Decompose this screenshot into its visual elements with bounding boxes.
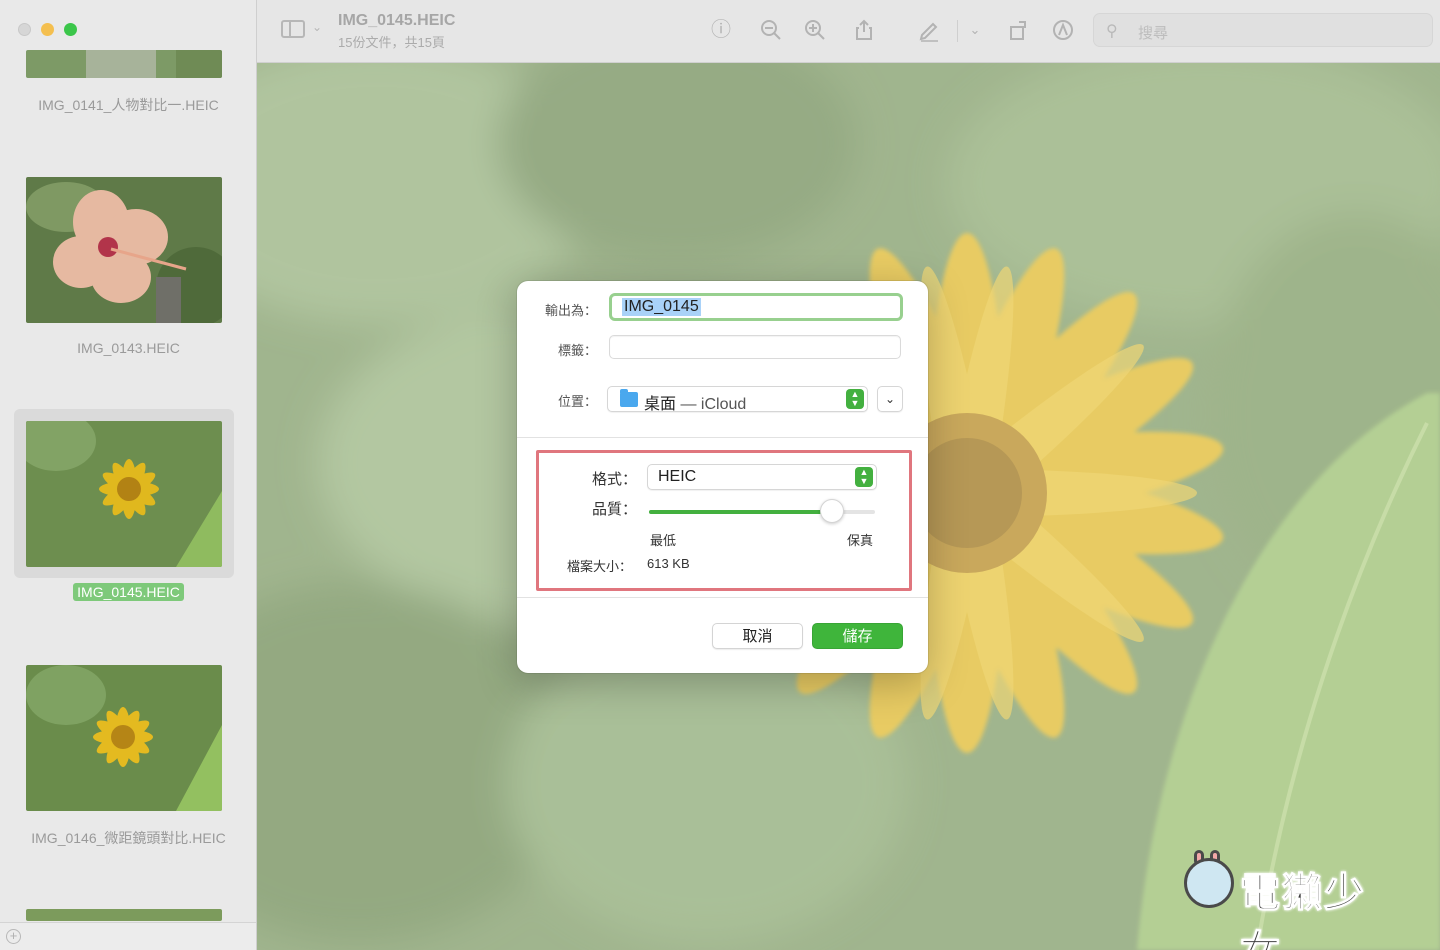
thumbnail-caption[interactable]: IMG_0146_微距鏡頭對比.HEIC [0,828,256,848]
minimize-window-button[interactable] [41,23,54,36]
search-field[interactable]: ⚲ 搜尋 [1093,13,1433,47]
sidebar-toggle-icon[interactable] [281,20,305,38]
chevron-down-icon[interactable]: ⌄ [312,20,322,34]
annotate-icon[interactable] [1051,18,1075,42]
location-select[interactable]: 桌面 — iCloud ▲ ▼ [607,386,868,413]
thumbnail-caption[interactable]: IMG_0143.HEIC [0,340,256,356]
tags-label: 標籤： [557,343,597,358]
export-as-label: 輸出為： [544,303,597,318]
cancel-button[interactable]: 取消 [712,623,803,649]
thumbnail-next[interactable] [26,909,222,921]
thumbnail-img-0145[interactable] [26,421,222,567]
zoom-in-icon[interactable] [803,18,827,42]
watermark-mascot [1184,858,1234,908]
filesize-value: 613 KB [647,556,690,571]
toolbar-divider [957,20,958,42]
thumbnail-img-0141[interactable] [26,50,222,78]
thumbnail-caption-selected[interactable]: IMG_0145.HEIC [0,583,256,601]
location-label: 位置： [557,394,597,409]
watermark-text: 電獺少女 [1240,871,1366,950]
quality-slider-knob[interactable] [820,499,845,523]
markup-menu-icon[interactable]: ⌄ [963,18,987,42]
thumbnail-img-0143[interactable] [26,177,222,323]
add-icon[interactable]: + [6,929,21,944]
watermark-logo: 電獺少女 [1180,850,1405,950]
share-icon[interactable] [852,18,876,42]
dialog-divider [517,437,928,438]
format-select[interactable]: HEIC ▲ ▼ [647,464,877,490]
location-value: 桌面 — iCloud [644,396,747,413]
markup-icon[interactable] [917,18,941,42]
info-icon[interactable]: ⓘ [709,18,733,42]
search-placeholder: 搜尋 [1138,25,1169,42]
export-dialog: 輸出為： IMG_0145 標籤： 位置： 桌面 — iCloud ▲ ▼ ⌄ 格… [517,281,928,673]
thumbnail-img-0146[interactable] [26,665,222,811]
sidebar-footer: + [0,922,256,950]
document-subtitle: 15份文件，共15頁 [338,35,445,50]
export-name-value: IMG_0145 [622,298,701,316]
chevron-updown-icon: ▲ ▼ [855,467,873,487]
close-window-button[interactable] [18,23,31,36]
filesize-label: 檔案大小： [567,559,633,574]
quality-slider-fill [649,510,833,514]
document-title: IMG_0145.HEIC [338,12,456,29]
chevron-updown-icon: ▲ ▼ [846,389,864,409]
rotate-icon[interactable] [1007,18,1031,42]
save-button[interactable]: 儲存 [812,623,903,649]
dialog-divider [517,597,928,598]
sidebar: IMG_0141_人物對比一.HEIC IMG_0143.HEIC IMG_01… [0,0,257,950]
folder-icon [620,389,638,407]
search-icon: ⚲ [1106,23,1118,40]
expand-dialog-button[interactable]: ⌄ [877,386,903,412]
zoom-out-icon[interactable] [759,18,783,42]
format-value: HEIC [658,468,697,485]
quality-label: 品質： [591,501,637,518]
zoom-window-button[interactable] [64,23,77,36]
window-controls [18,23,77,36]
export-name-field[interactable]: IMG_0145 [609,293,903,321]
quality-min-label: 最低 [650,533,677,548]
quality-slider[interactable] [649,499,875,523]
tags-field[interactable] [609,335,901,359]
quality-max-label: 保真 [847,533,874,548]
thumbnail-caption[interactable]: IMG_0141_人物對比一.HEIC [0,95,256,115]
format-label: 格式： [591,471,637,488]
toolbar: ⌄ IMG_0145.HEIC 15份文件，共15頁 ⓘ ⌄ ⚲ 搜尋 [257,0,1440,63]
